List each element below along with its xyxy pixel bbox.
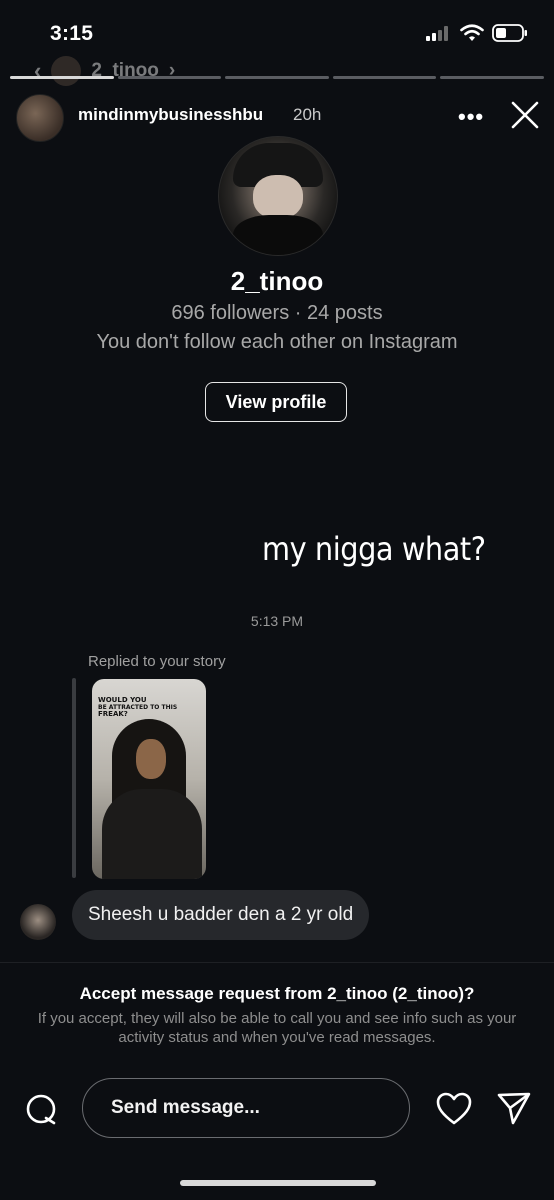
reply-indicator-bar: [72, 678, 76, 878]
progress-segment: [440, 76, 544, 79]
divider: [0, 962, 554, 963]
story-author-username[interactable]: mindinmybusinesshbu: [78, 105, 263, 125]
heart-icon[interactable]: [436, 1092, 472, 1126]
story-thumbnail[interactable]: WOULD YOU BE ATTRACTED TO THIS FREAK?: [92, 679, 206, 879]
battery-icon: [492, 24, 527, 42]
replied-to-story-label: Replied to your story: [88, 653, 226, 670]
story-thumbnail-caption: WOULD YOU BE ATTRACTED TO THIS FREAK?: [98, 696, 178, 718]
story-progress: [10, 76, 544, 80]
more-icon[interactable]: •••: [458, 104, 484, 130]
back-chevron-icon[interactable]: ‹: [34, 58, 41, 84]
message-bubble[interactable]: Sheesh u badder den a 2 yr old: [72, 890, 370, 940]
profile-username: 2_tinoo: [230, 266, 324, 296]
progress-segment: [332, 76, 437, 79]
send-icon[interactable]: [496, 1090, 532, 1126]
progress-segment: [117, 76, 222, 79]
progress-segment: [225, 76, 329, 79]
profile-avatar[interactable]: [218, 136, 338, 256]
previous-story-header[interactable]: ‹ 2_tinoo ›: [34, 56, 175, 86]
story-author-avatar[interactable]: [16, 94, 64, 142]
send-message-input[interactable]: [82, 1078, 410, 1138]
sender-avatar[interactable]: [20, 904, 56, 940]
status-time: 3:15: [50, 22, 94, 45]
status-icons: [426, 24, 528, 42]
close-icon[interactable]: [510, 100, 540, 130]
profile-stats: 696 followers · 24 posts: [171, 302, 383, 324]
camera-icon[interactable]: [24, 1092, 58, 1126]
signal-icon: [426, 26, 448, 41]
previous-story-avatar: [51, 56, 82, 86]
home-indicator[interactable]: [180, 1180, 376, 1186]
accept-request-description: If you accept, they will also be able to…: [37, 1010, 517, 1046]
progress-segment: [10, 76, 114, 79]
story-age: 20h: [293, 105, 322, 124]
wifi-icon: [460, 24, 484, 41]
accept-request-title: Accept message request from 2_tinoo (2_t…: [79, 984, 475, 1003]
message-timestamp: 5:13 PM: [250, 613, 304, 629]
story-text: my nigga what?: [262, 530, 486, 568]
follow-status: You don't follow each other on Instagram: [96, 331, 458, 353]
view-profile-button[interactable]: View profile: [205, 382, 347, 422]
